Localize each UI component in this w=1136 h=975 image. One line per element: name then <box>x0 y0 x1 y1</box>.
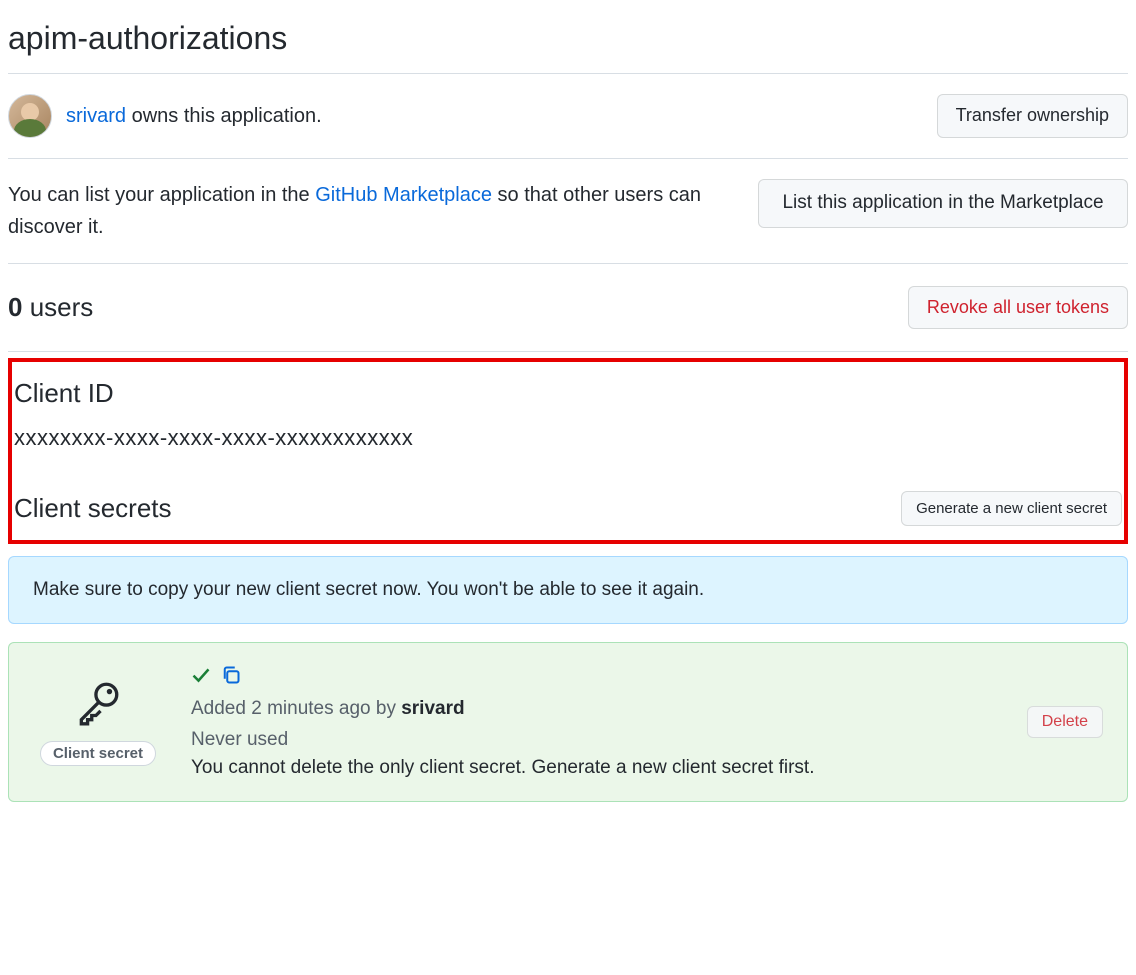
secret-added-line: Added 2 minutes ago by srivard <box>191 694 999 724</box>
added-user: srivard <box>401 698 464 719</box>
client-id-heading: Client ID <box>14 362 1122 417</box>
copy-secret-flash: Make sure to copy your new client secret… <box>8 556 1128 624</box>
secret-delete-note: You cannot delete the only client secret… <box>191 757 999 779</box>
marketplace-link[interactable]: GitHub Marketplace <box>315 184 492 206</box>
secret-key-column: Client secret <box>33 678 163 766</box>
secret-usage: Never used <box>191 725 999 755</box>
list-marketplace-button[interactable]: List this application in the Marketplace <box>758 179 1128 228</box>
users-label: users <box>22 292 93 322</box>
marketplace-section: You can list your application in the Git… <box>8 159 1128 264</box>
revoke-tokens-button[interactable]: Revoke all user tokens <box>908 286 1128 329</box>
marketplace-text-before: You can list your application in the <box>8 184 315 206</box>
delete-secret-button[interactable]: Delete <box>1027 706 1103 738</box>
client-secret-tag: Client secret <box>40 741 156 766</box>
owns-text: owns this application. <box>126 105 322 127</box>
owner-text: srivard owns this application. <box>66 105 322 128</box>
avatar[interactable] <box>8 94 52 138</box>
client-id-value: xxxxxxxx-xxxx-xxxx-xxxx-xxxxxxxxxxxx <box>14 417 1122 477</box>
client-secrets-header: Client secrets Generate a new client sec… <box>14 477 1122 526</box>
generate-secret-button[interactable]: Generate a new client secret <box>901 491 1122 526</box>
client-secret-card: Client secret Added 2 minutes ago by sri… <box>8 642 1128 802</box>
marketplace-text: You can list your application in the Git… <box>8 179 738 243</box>
secret-icons-row <box>191 665 999 688</box>
added-time: 2 minutes ago <box>251 698 370 719</box>
copy-icon[interactable] <box>221 665 241 688</box>
page-title: apim-authorizations <box>8 8 1128 74</box>
secret-body: Added 2 minutes ago by srivard Never use… <box>191 665 999 779</box>
owner-link[interactable]: srivard <box>66 105 126 127</box>
transfer-ownership-button[interactable]: Transfer ownership <box>937 94 1128 137</box>
users-number: 0 <box>8 292 22 322</box>
users-section: 0 users Revoke all user tokens <box>8 264 1128 352</box>
highlight-annotation: Client ID xxxxxxxx-xxxx-xxxx-xxxx-xxxxxx… <box>8 358 1128 544</box>
added-prefix: Added <box>191 698 251 719</box>
users-count: 0 users <box>8 292 93 323</box>
client-secrets-heading: Client secrets <box>14 493 172 524</box>
added-by: by <box>371 698 402 719</box>
check-icon <box>191 665 211 688</box>
owner-info: srivard owns this application. <box>8 94 322 138</box>
key-icon <box>73 678 123 731</box>
owner-section: srivard owns this application. Transfer … <box>8 74 1128 159</box>
